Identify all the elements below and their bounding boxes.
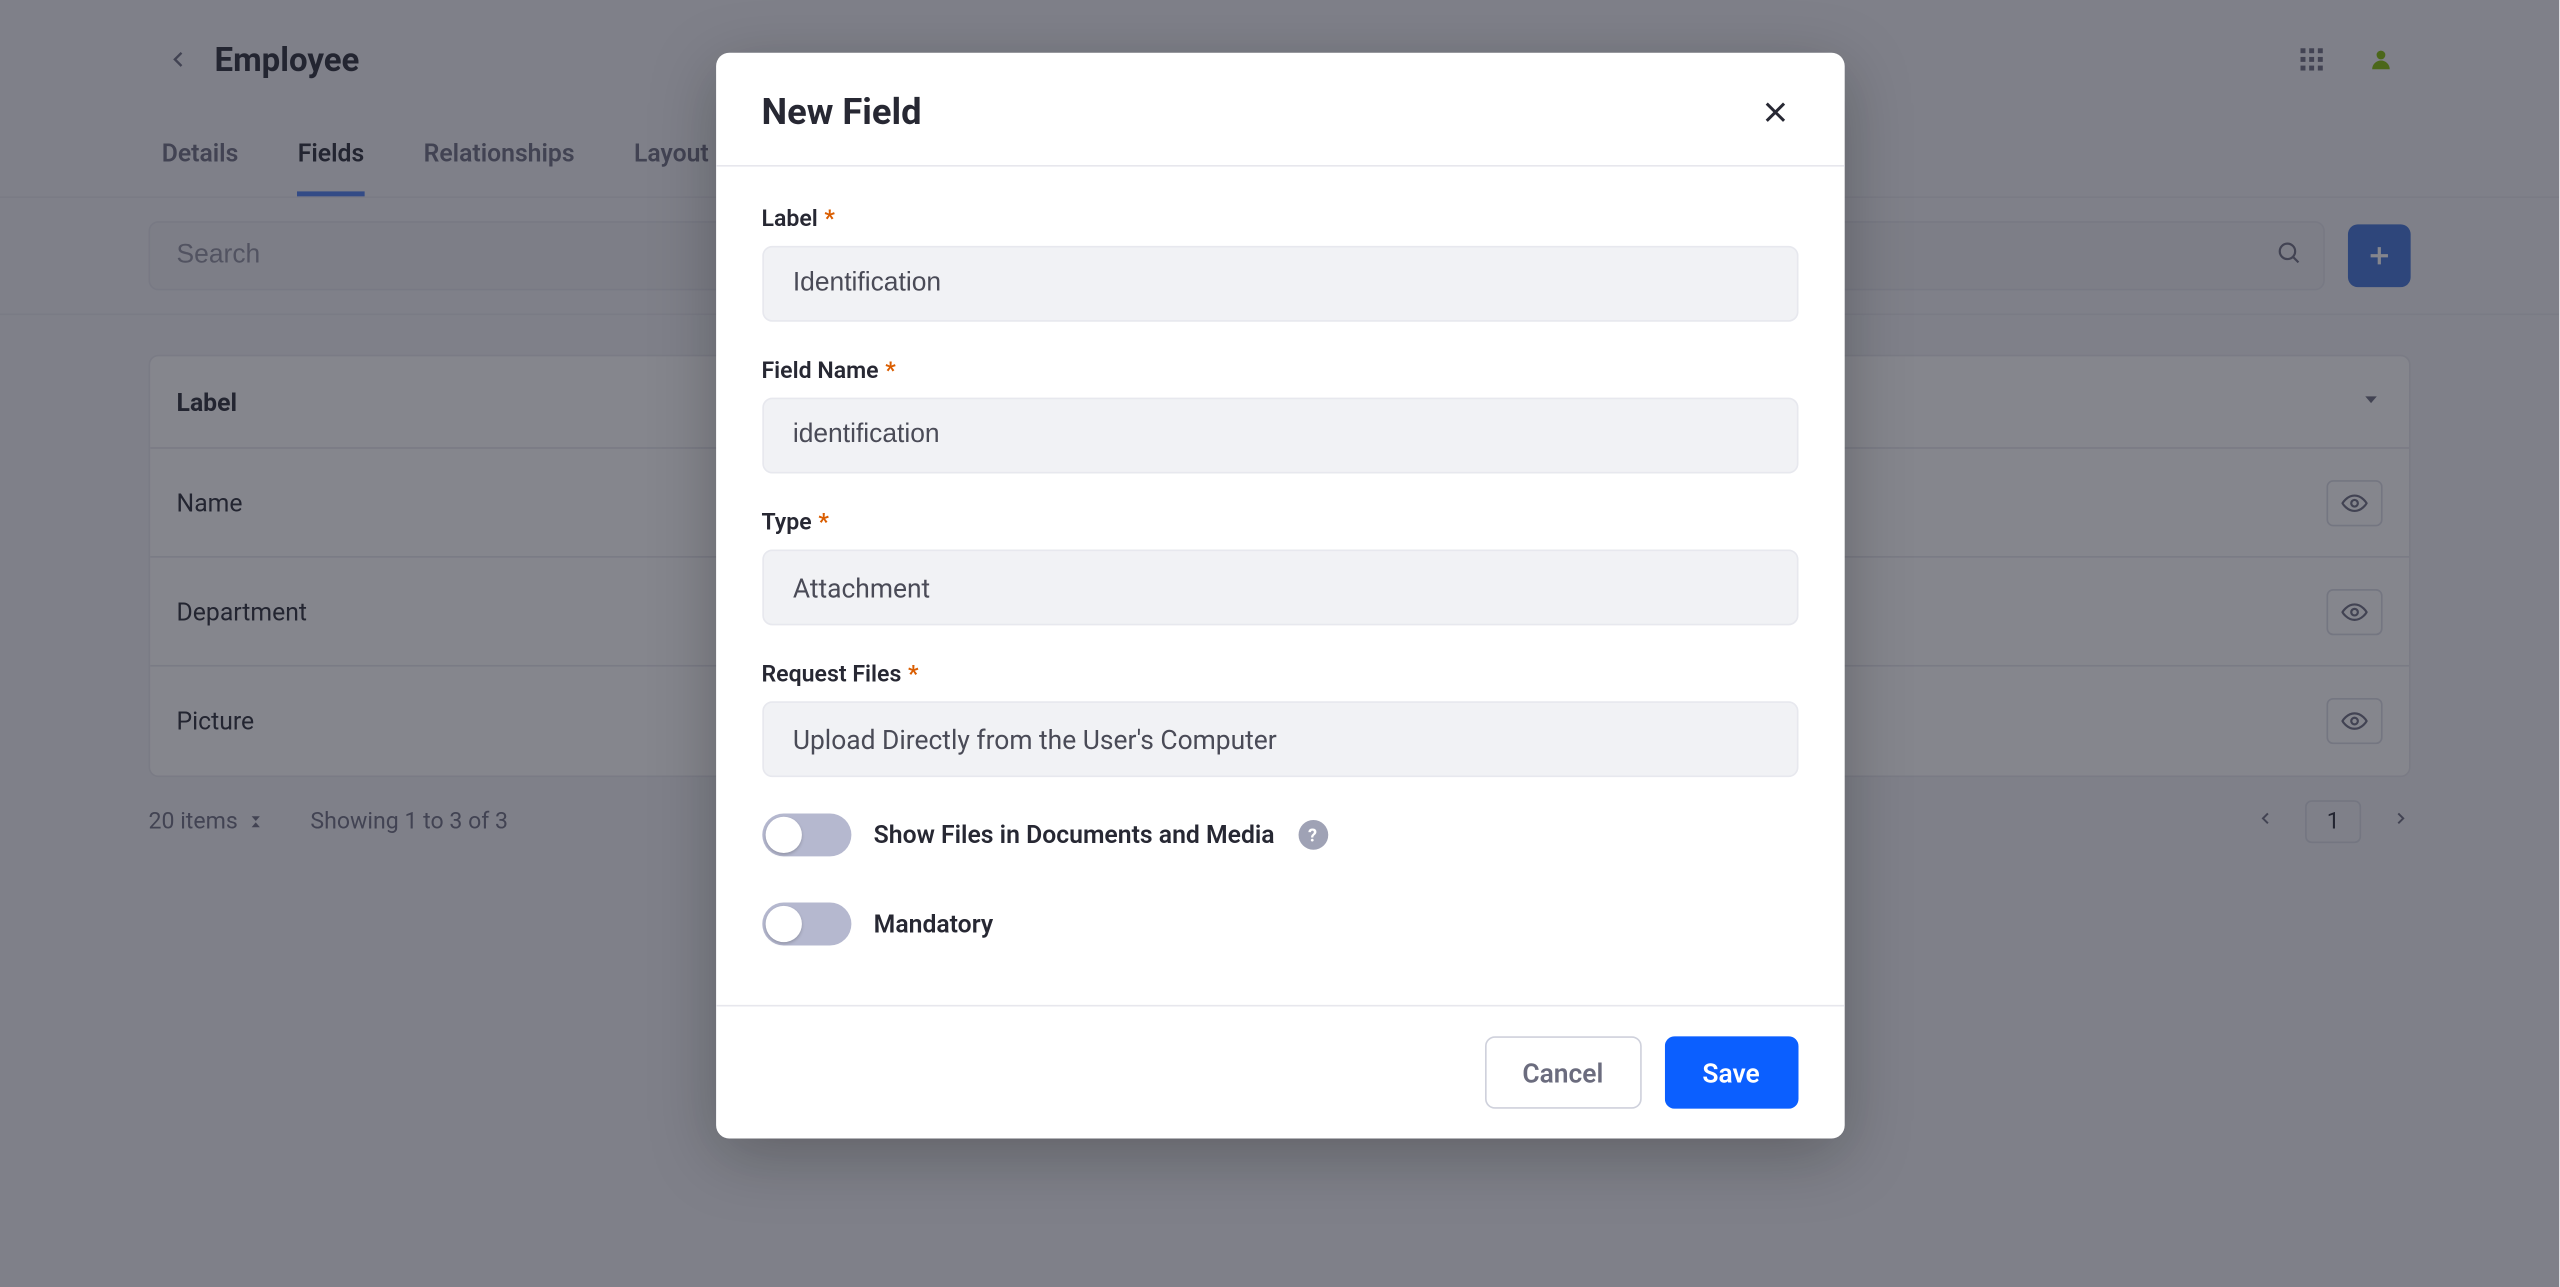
label-field-label: Label* xyxy=(761,206,1797,232)
modal-header: New Field xyxy=(715,53,1844,167)
type-select[interactable]: Attachment xyxy=(761,549,1797,625)
showfiles-toggle[interactable] xyxy=(761,813,850,856)
mandatory-label: Mandatory xyxy=(874,909,993,939)
new-field-modal: New Field Label* Field Name* xyxy=(715,53,1844,1139)
help-icon[interactable]: ? xyxy=(1298,820,1328,850)
modal-overlay: New Field Label* Field Name* xyxy=(0,0,2559,1287)
close-button[interactable] xyxy=(1751,89,1797,135)
mandatory-toggle[interactable] xyxy=(761,903,850,946)
save-button[interactable]: Save xyxy=(1664,1036,1797,1109)
fieldname-input[interactable] xyxy=(761,398,1797,474)
requestfiles-field-label: Request Files* xyxy=(761,662,1797,688)
label-input[interactable] xyxy=(761,246,1797,322)
cancel-button[interactable]: Cancel xyxy=(1484,1036,1641,1109)
fieldname-field-label: Field Name* xyxy=(761,358,1797,384)
requestfiles-select[interactable]: Upload Directly from the User's Computer xyxy=(761,701,1797,777)
modal-footer: Cancel Save xyxy=(715,1005,1844,1139)
type-field-label: Type* xyxy=(761,510,1797,536)
showfiles-label: Show Files in Documents and Media xyxy=(874,820,1275,850)
modal-title: New Field xyxy=(761,92,921,133)
